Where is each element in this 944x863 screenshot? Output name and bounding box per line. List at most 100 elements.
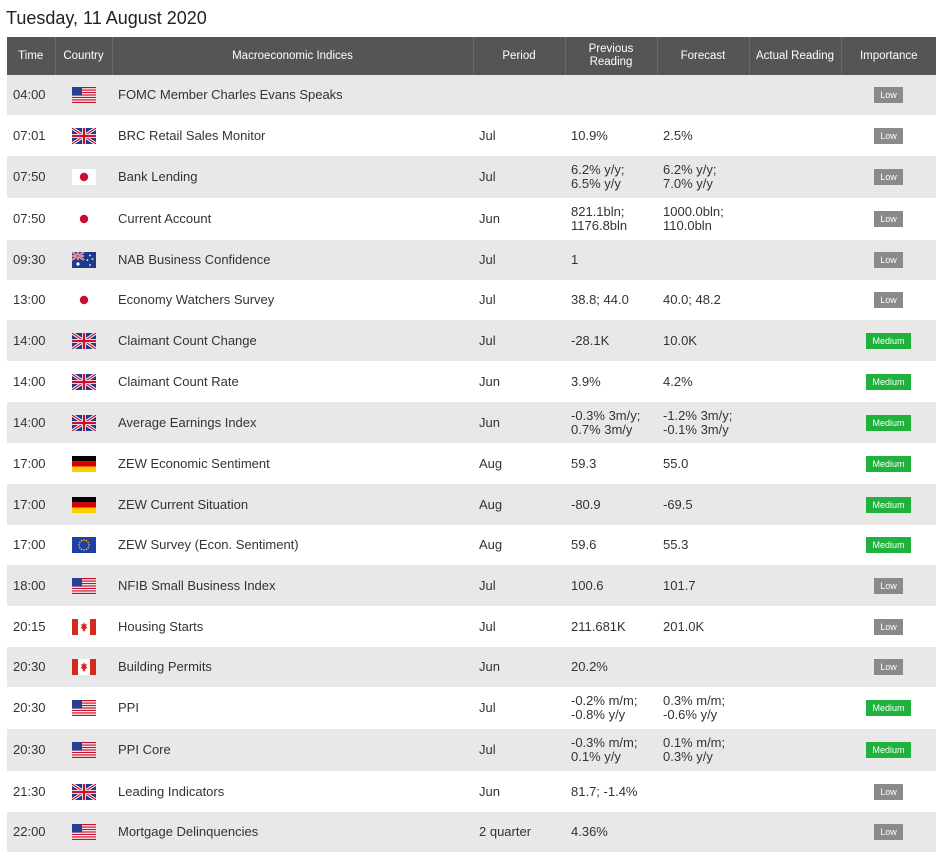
cell-forecast-line-2: -0.1% 3m/y — [663, 421, 729, 437]
cell-forecast-line-2: -0.6% y/y — [663, 707, 718, 722]
cell-forecast: 10.0K — [657, 320, 749, 361]
table-row: 07:50 Current Account Jun 821.1bln; 1176.8bl… — [7, 198, 936, 240]
cell-forecast — [657, 812, 749, 852]
cell-actual — [749, 812, 841, 852]
table-row: 04:00 FOMC Member Charles Evans Speaks Low — [7, 75, 936, 115]
cell-importance: Low — [841, 115, 936, 156]
cell-previous: 3.9% — [565, 361, 657, 402]
col-header-actual: Actual Reading — [749, 37, 842, 75]
cell-country — [55, 443, 112, 484]
col-header-previous-line2: Reading — [589, 56, 633, 68]
col-header-country: Country — [55, 37, 113, 75]
cell-importance: Medium — [841, 525, 936, 565]
cell-importance: Low — [841, 647, 936, 687]
cell-previous: 211.681K — [565, 606, 657, 647]
cell-forecast — [657, 771, 749, 812]
cell-previous: 81.7; -1.4% — [565, 771, 657, 812]
cell-previous: -0.2% m/m; -0.8% y/y — [565, 687, 657, 729]
uk-flag-icon — [71, 414, 96, 431]
economic-calendar-table: Time Country Macroeconomic Indices Perio… — [7, 37, 936, 852]
cell-previous-line-1: -0.3% 3m/y; — [571, 407, 641, 423]
cell-forecast: 6.2% y/y; 7.0% y/y — [657, 156, 749, 198]
cell-importance: Medium — [841, 443, 936, 484]
cell-previous-line-1: 821.1bln; — [571, 204, 625, 219]
col-header-forecast: Forecast — [657, 37, 750, 75]
cell-index-name: Housing Starts — [112, 606, 473, 647]
table-row: 13:00 Economy Watchers Survey Jul 38.8; 44.… — [7, 280, 936, 320]
importance-badge: Low — [874, 577, 903, 594]
cell-index-name: ZEW Current Situation — [112, 484, 473, 525]
cell-actual — [749, 606, 841, 647]
col-header-previous: Previous Reading — [565, 37, 658, 75]
cell-previous: 100.6 — [565, 565, 657, 606]
cell-country — [55, 606, 112, 647]
cell-country — [55, 484, 112, 525]
col-header-importance: Importance — [841, 37, 936, 75]
cell-index-name: Building Permits — [112, 647, 473, 687]
cell-forecast-line-1: 0.3% m/m; — [663, 693, 726, 708]
cell-forecast-line-2: 0.3% y/y — [663, 749, 713, 764]
cell-actual — [749, 647, 841, 687]
cell-previous-line-2: 0.7% 3m/y — [571, 421, 633, 437]
cell-country — [55, 198, 112, 240]
ca-flag-icon — [71, 659, 96, 675]
table-row: 21:30 Leading Indicators Jun 81.7; -1.4% Low — [7, 771, 936, 812]
cell-index-name: BRC Retail Sales Monitor — [112, 115, 473, 156]
uk-flag-icon — [71, 373, 96, 390]
cell-actual — [749, 484, 841, 525]
cell-country — [55, 280, 112, 320]
cell-time: 17:00 — [7, 443, 55, 484]
cell-previous-line-1: 59.3 — [571, 455, 597, 471]
table-row: 17:00 ZEW Current Situation Aug -80.9 -69.5 M… — [7, 484, 936, 525]
col-header-time: Time — [7, 37, 56, 75]
jp-flag-icon — [71, 292, 96, 308]
cell-importance: Medium — [841, 402, 936, 443]
cell-time: 07:50 — [7, 198, 55, 240]
cell-actual — [749, 280, 841, 320]
us-flag-icon — [71, 742, 96, 758]
cell-actual — [749, 402, 841, 443]
cell-forecast — [657, 75, 749, 115]
col-header-period: Period — [473, 37, 566, 75]
cell-actual — [749, 320, 841, 361]
cell-previous: -80.9 — [565, 484, 657, 525]
cell-index-name: Bank Lending — [112, 156, 473, 198]
cell-importance: Medium — [841, 687, 936, 729]
cell-time: 14:00 — [7, 361, 55, 402]
cell-forecast: 101.7 — [657, 565, 749, 606]
cell-previous: -0.3% m/m; 0.1% y/y — [565, 729, 657, 771]
importance-badge: Low — [874, 87, 903, 103]
cell-importance: Medium — [841, 361, 936, 402]
cell-importance: Low — [841, 565, 936, 606]
cell-importance: Low — [841, 198, 936, 240]
importance-badge: Low — [874, 292, 903, 308]
cell-country — [55, 812, 112, 852]
table-row: 07:01 BRC Retail Sales Monitor Jul 10.9% 2.5… — [7, 115, 936, 156]
cell-index-name: Mortgage Delinquencies — [112, 812, 473, 852]
cell-index-name: ZEW Survey (Econ. Sentiment) — [112, 525, 473, 565]
importance-badge: Medium — [866, 373, 911, 390]
cell-period: Jul — [473, 156, 565, 198]
cell-forecast-line-1: 2.5% — [663, 127, 693, 143]
uk-flag-icon — [71, 332, 96, 349]
cell-previous-line-1: 211.681K — [571, 618, 626, 634]
cell-index-name: Current Account — [112, 198, 473, 240]
cell-country — [55, 525, 112, 565]
table-row: 17:00 ZEW Survey (Econ. Sentiment) Aug 59.6… — [7, 525, 936, 565]
cell-country — [55, 687, 112, 729]
cell-actual — [749, 156, 841, 198]
ca-flag-icon — [71, 618, 96, 635]
cell-time: 17:00 — [7, 484, 55, 525]
cell-period: Aug — [473, 484, 565, 525]
col-header-previous-line1: Previous — [588, 43, 634, 55]
importance-badge: Medium — [866, 700, 911, 716]
cell-period: Jun — [473, 361, 565, 402]
cell-importance: Low — [841, 812, 936, 852]
cell-actual — [749, 687, 841, 729]
cell-actual — [749, 565, 841, 606]
cell-actual — [749, 75, 841, 115]
cell-importance: Medium — [841, 320, 936, 361]
cell-index-name: Economy Watchers Survey — [112, 280, 473, 320]
cell-forecast-line-1: -1.2% 3m/y; — [663, 407, 733, 423]
jp-flag-icon — [71, 211, 96, 227]
